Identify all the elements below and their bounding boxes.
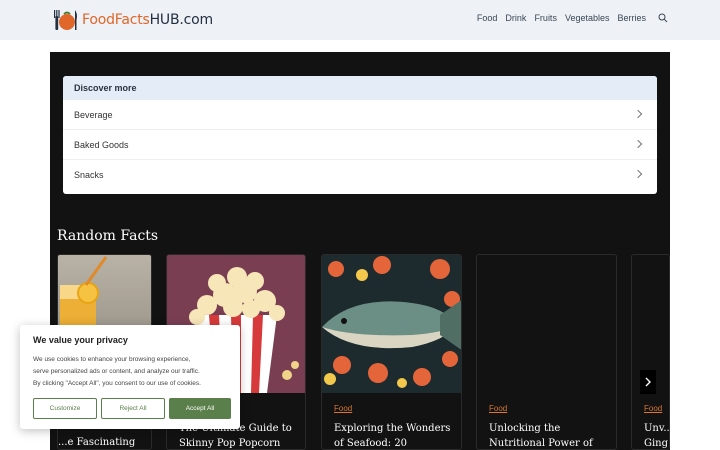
chevron-right-icon <box>645 377 651 387</box>
discover-more-panel: Discover more Beverage Baked Goods Snack… <box>63 76 657 194</box>
logo-text: FoodFactsHUB.com <box>82 12 213 28</box>
nav-drink[interactable]: Drink <box>505 13 526 23</box>
card-category-link[interactable]: Food <box>644 404 662 413</box>
card-title[interactable]: Unlocking the Nutritional Power of Uncle… <box>489 421 616 449</box>
cookie-title: We value your privacy <box>33 335 128 345</box>
search-icon[interactable] <box>658 13 668 23</box>
discover-item-label: Baked Goods <box>74 140 129 150</box>
card-title[interactable]: Unv... Ging... <box>644 421 669 449</box>
fact-card[interactable]: Food Unlocking the Nutritional Power of … <box>476 254 617 450</box>
reject-all-button[interactable]: Reject All <box>101 398 165 419</box>
accept-all-button[interactable]: Accept All <box>169 398 231 419</box>
nav-vegetables[interactable]: Vegetables <box>565 13 610 23</box>
discover-heading: Discover more <box>63 76 657 100</box>
cookie-consent-dialog: We value your privacy We use cookies to … <box>20 325 240 429</box>
nav-fruits[interactable]: Fruits <box>534 13 557 23</box>
card-category-link[interactable]: Food <box>489 404 507 413</box>
main-nav: Food Drink Fruits Vegetables Berries <box>469 13 668 23</box>
carousel-next-button[interactable] <box>640 370 656 394</box>
card-category-link[interactable]: Food <box>334 404 352 413</box>
card-image-placeholder <box>477 255 616 393</box>
customize-button[interactable]: Customize <box>33 398 97 419</box>
fork-knife-tomato-logo-icon <box>53 8 79 32</box>
seafood-image <box>322 255 461 393</box>
nav-berries[interactable]: Berries <box>617 13 646 23</box>
site-header: FoodFactsHUB.com Food Drink Fruits Veget… <box>0 0 720 40</box>
site-logo[interactable]: FoodFactsHUB.com <box>53 8 213 32</box>
discover-item-label: Snacks <box>74 170 104 180</box>
cookie-text-line: serve personalized ads or content, and a… <box>33 368 200 375</box>
chevron-right-icon <box>633 139 643 149</box>
cookie-actions: Customize Reject All Accept All <box>33 398 231 419</box>
fact-card[interactable]: Food Exploring the Wonders of Seafood: 2… <box>321 254 462 450</box>
cookie-text-line: We use cookies to enhance your browsing … <box>33 356 191 363</box>
discover-item-label: Beverage <box>74 110 113 120</box>
discover-item-baked-goods[interactable]: Baked Goods <box>63 130 657 160</box>
card-title[interactable]: ...e Fascinating ...bout the Iconic <box>58 435 151 449</box>
discover-item-beverage[interactable]: Beverage <box>63 100 657 130</box>
chevron-right-icon <box>633 109 643 119</box>
card-title[interactable]: Exploring the Wonders of Seafood: 20 Fas… <box>334 421 461 449</box>
discover-item-snacks[interactable]: Snacks <box>63 160 657 190</box>
cookie-text-line: By clicking "Accept All", you consent to… <box>33 380 201 387</box>
chevron-right-icon <box>633 169 643 179</box>
nav-food[interactable]: Food <box>477 13 498 23</box>
random-facts-heading: Random Facts <box>57 228 159 244</box>
fact-card[interactable]: Food Unv... Ging... <box>631 254 670 450</box>
